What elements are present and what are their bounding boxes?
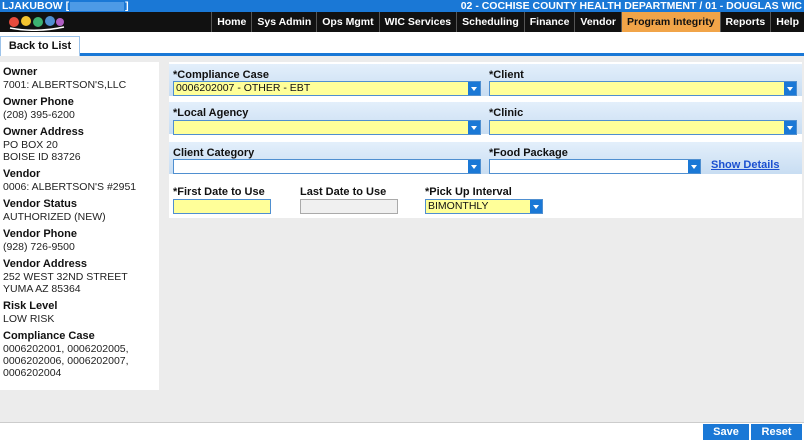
nav-item-program-integrity[interactable]: Program Integrity: [621, 12, 720, 32]
username-close-bracket: ]: [125, 0, 129, 12]
client-category-select[interactable]: [173, 159, 481, 174]
reset-button[interactable]: Reset: [751, 424, 802, 440]
top-status-bar: LJAKUBOW [] 02 - COCHISE COUNTY HEALTH D…: [0, 0, 804, 12]
username-label: LJAKUBOW [: [2, 0, 70, 12]
chevron-down-icon: [468, 160, 480, 173]
vendor-status-value: AUTHORIZED (NEW): [3, 211, 106, 223]
food-package-label: *Food Package: [489, 147, 568, 159]
vendor-phone-value: (928) 726-9500: [3, 241, 75, 253]
vendor-phone-label: Vendor Phone: [3, 228, 77, 240]
vendor-status-label: Vendor Status: [3, 198, 77, 210]
nav-item-scheduling[interactable]: Scheduling: [456, 12, 524, 32]
compliance-case-list-value: 0006202001, 0006202005, 0006202006, 0006…: [3, 343, 129, 379]
vendor-summary-panel: Owner 7001: ALBERTSON'S,LLC Owner Phone …: [0, 62, 159, 390]
nav-item-wic-services[interactable]: WIC Services: [378, 12, 457, 32]
department-label: 02 - COCHISE COUNTY HEALTH DEPARTMENT / …: [460, 0, 802, 12]
local-agency-label: *Local Agency: [173, 107, 249, 119]
nav-item-home[interactable]: Home: [211, 12, 251, 32]
pickup-interval-value: BIMONTHLY: [428, 200, 489, 212]
nav-item-help[interactable]: Help: [770, 12, 804, 32]
vendor-address-label: Vendor Address: [3, 258, 87, 270]
user-indicator: LJAKUBOW []: [2, 0, 129, 12]
chevron-down-icon: [468, 121, 480, 134]
compliance-form: *Compliance Case 0006202007 - OTHER - EB…: [169, 62, 802, 218]
food-package-select[interactable]: [489, 159, 701, 174]
pickup-interval-label: *Pick Up Interval: [425, 186, 512, 198]
tab-row: Back to List: [0, 32, 804, 56]
risk-level-value: LOW RISK: [3, 313, 55, 325]
masked-user-region: [70, 1, 125, 11]
compliance-case-label: *Compliance Case: [173, 69, 269, 81]
clinic-select[interactable]: [489, 120, 797, 135]
owner-phone-value: (208) 395-6200: [3, 109, 75, 121]
local-agency-select[interactable]: [173, 120, 481, 135]
nav-menu: Home Sys Admin Ops Mgmt WIC Services Schedul…: [211, 12, 804, 32]
nav-item-sys-admin[interactable]: Sys Admin: [251, 12, 316, 32]
chevron-down-icon: [468, 82, 480, 95]
wic-logo-icon: [9, 16, 65, 31]
risk-level-label: Risk Level: [3, 300, 58, 312]
nav-item-ops-mgmt[interactable]: Ops Mgmt: [316, 12, 378, 32]
save-button[interactable]: Save: [703, 424, 749, 440]
chevron-down-icon: [784, 82, 796, 95]
app-window: LJAKUBOW [] 02 - COCHISE COUNTY HEALTH D…: [0, 0, 804, 440]
first-date-label: *First Date to Use: [173, 186, 265, 198]
owner-label: Owner: [3, 66, 38, 78]
owner-address-value: PO BOX 20 BOISE ID 83726: [3, 139, 81, 163]
nav-item-reports[interactable]: Reports: [719, 12, 771, 32]
owner-address-label: Owner Address: [3, 126, 84, 138]
client-category-label: Client Category: [173, 147, 255, 159]
compliance-case-value: 0006202007 - OTHER - EBT: [176, 82, 311, 94]
owner-value: 7001: ALBERTSON'S,LLC: [3, 79, 127, 91]
chevron-down-icon: [784, 121, 796, 134]
pickup-interval-select[interactable]: BIMONTHLY: [425, 199, 543, 214]
chevron-down-icon: [530, 200, 542, 213]
compliance-case-select[interactable]: 0006202007 - OTHER - EBT: [173, 81, 481, 96]
first-date-input[interactable]: [173, 199, 271, 214]
vendor-value: 0006: ALBERTSON'S #2951: [3, 181, 137, 193]
last-date-input[interactable]: [300, 199, 398, 214]
client-select[interactable]: [489, 81, 797, 96]
last-date-label: Last Date to Use: [300, 186, 387, 198]
clinic-label: *Clinic: [489, 107, 524, 119]
nav-item-finance[interactable]: Finance: [523, 12, 575, 32]
show-details-link[interactable]: Show Details: [711, 159, 779, 171]
chevron-down-icon: [688, 160, 700, 173]
client-label: *Client: [489, 69, 524, 81]
action-bar: Save Reset: [0, 422, 804, 440]
vendor-address-value: 252 WEST 32ND STREET YUMA AZ 85364: [3, 271, 128, 295]
vendor-label: Vendor: [3, 168, 41, 180]
nav-item-vendor[interactable]: Vendor: [574, 12, 621, 32]
back-to-list-tab[interactable]: Back to List: [0, 36, 80, 56]
compliance-case-list-label: Compliance Case: [3, 330, 95, 342]
main-navigation: Home Sys Admin Ops Mgmt WIC Services Schedul…: [0, 12, 804, 32]
owner-phone-label: Owner Phone: [3, 96, 74, 108]
